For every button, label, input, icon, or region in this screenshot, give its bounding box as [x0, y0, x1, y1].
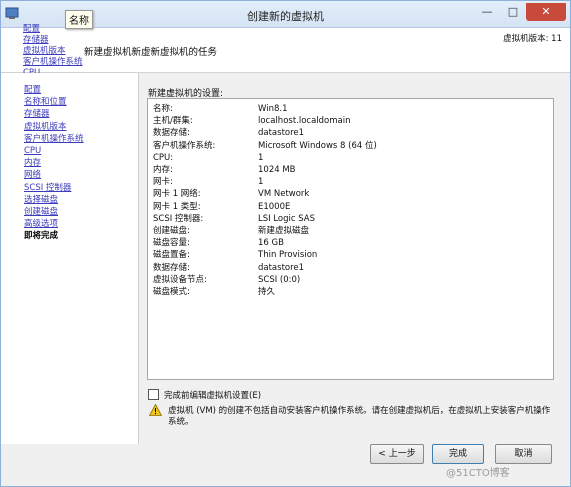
summary-value: SCSI (0:0) [258, 274, 301, 285]
watermark: @51CTO博客 [446, 468, 510, 479]
edit-settings-checkbox[interactable] [148, 389, 159, 400]
summary-value: VM Network [258, 189, 310, 200]
wizard-step-item[interactable]: 网络 [24, 169, 138, 181]
summary-key: 磁盘置备: [153, 250, 190, 261]
back-button[interactable]: < 上一步 [370, 444, 424, 464]
summary-value: 1 [258, 152, 264, 163]
wizard-step-item[interactable]: CPU [24, 145, 138, 157]
summary-key: 客户机操作系统: [153, 140, 216, 151]
header-ghost-line: 配置 [23, 24, 41, 34]
cancel-button[interactable]: 取消 [495, 444, 552, 464]
summary-value: 1 [258, 177, 264, 188]
maximize-icon[interactable]: □ [500, 3, 526, 21]
summary-key: CPU: [153, 152, 174, 163]
summary-row: 磁盘置备: Thin Provision [148, 249, 553, 261]
main-panel: 新建虚拟机的设置: 名称: Win8.1 主机/群集: localhost.local… [138, 73, 570, 443]
wizard-step-item[interactable]: 选择磁盘 [24, 194, 138, 206]
wizard-step-item[interactable]: 存储器 [24, 108, 138, 120]
window-controls: — □ ✕ [474, 3, 566, 21]
wizard-step-item[interactable]: 配置 [24, 84, 138, 96]
summary-row: 客户机操作系统: Microsoft Windows 8 (64 位) [148, 140, 553, 152]
summary-key: 网卡: [153, 177, 173, 188]
settings-summary-list: 名称: Win8.1 主机/群集: localhost.localdomain 数据存储… [147, 98, 554, 380]
summary-key: 名称: [153, 104, 173, 114]
summary-row: 虚拟设备节点: SCSI (0:0) [148, 274, 553, 286]
finish-button[interactable]: 完成 [432, 444, 484, 464]
summary-value: E1000E [258, 201, 291, 212]
summary-row: SCSI 控制器: LSI Logic SAS [148, 213, 553, 225]
summary-key: 磁盘模式: [153, 287, 190, 297]
summary-value: 持久 [258, 287, 276, 297]
summary-row: 网卡: 1 [148, 176, 553, 188]
summary-row: 数据存储: datastore1 [148, 262, 553, 274]
summary-key: 内存: [153, 165, 173, 175]
header-ghost-line: 虚拟机版本 [23, 46, 66, 56]
summary-key: 网卡 1 类型: [153, 201, 201, 212]
summary-value: datastore1 [258, 262, 305, 273]
summary-row: 数据存储: datastore1 [148, 127, 553, 139]
summary-value: Thin Provision [258, 250, 318, 261]
edit-settings-label: 完成前编辑虚拟机设置(E) [164, 391, 262, 401]
summary-value: datastore1 [258, 128, 305, 139]
summary-value: Win8.1 [258, 104, 288, 114]
summary-value: 16 GB [258, 238, 284, 249]
summary-key: SCSI 控制器: [153, 213, 204, 224]
summary-row: 磁盘容量: 16 GB [148, 237, 553, 249]
summary-key: 主机/群集: [153, 116, 193, 127]
close-icon[interactable]: ✕ [526, 3, 566, 21]
summary-row: 名称: Win8.1 [148, 103, 553, 115]
warning-icon [149, 404, 162, 416]
tooltip: 名称 [65, 10, 93, 29]
wizard-header: 配置存储器虚拟机版本客户机操作系统CPU内存内存位元 新建虚拟机新虚新虚拟机的任… [1, 24, 570, 100]
wizard-step-item[interactable]: 客户机操作系统 [24, 133, 138, 145]
summary-row: 网卡 1 类型: E1000E [148, 201, 553, 213]
wizard-window: 创建新的虚拟机 — □ ✕ 配置存储器虚拟机版本客户机操作系统CPU内存内存位元… [0, 0, 571, 487]
wizard-step-item[interactable]: 创建磁盘 [24, 206, 138, 218]
summary-value: 新建虚拟磁盘 [258, 226, 310, 236]
vm-version-label: 虚拟机版本: 11 [503, 34, 562, 44]
wizard-step-item[interactable]: 内存 [24, 157, 138, 169]
summary-row: 磁盘模式: 持久 [148, 286, 553, 298]
summary-key: 磁盘容量: [153, 238, 190, 249]
header-ghost-line: 存储器 [23, 35, 49, 45]
summary-value: LSI Logic SAS [258, 213, 316, 224]
wizard-step-item[interactable]: 高级选项 [24, 218, 138, 230]
wizard-step-item[interactable]: 虚拟机版本 [24, 121, 138, 133]
summary-row: CPU: 1 [148, 152, 553, 164]
summary-key: 数据存储: [153, 128, 190, 139]
wizard-step-item: 即将完成 [24, 231, 59, 242]
summary-row: 内存: 1024 MB [148, 164, 553, 176]
summary-value: Microsoft Windows 8 (64 位) [258, 140, 377, 151]
summary-key: 虚拟设备节点: [153, 274, 207, 285]
minimize-icon[interactable]: — [474, 3, 500, 21]
header-title: 新建虚拟机新虚新虚拟机的任务 [84, 47, 218, 58]
summary-row: 网卡 1 网络: VM Network [148, 188, 553, 200]
wizard-step-item[interactable]: SCSI 控制器 [24, 182, 138, 194]
summary-row: 创建磁盘: 新建虚拟磁盘 [148, 225, 553, 237]
header-ghost-line: 客户机操作系统 [23, 57, 83, 67]
wizard-step-item[interactable]: 名称和位置 [24, 96, 138, 108]
summary-row: 主机/群集: localhost.localdomain [148, 115, 553, 127]
summary-key: 数据存储: [153, 262, 190, 273]
summary-key: 创建磁盘: [153, 226, 190, 236]
wizard-step-list: 配置 名称和位置 存储器 虚拟机版本 客户机操作系统 CPU 内存 网络 SCSI 控制器 选择磁… [1, 73, 139, 454]
summary-value: localhost.localdomain [258, 116, 351, 127]
warning-message: 虚拟机 (VM) 的创建不包括自动安装客户机操作系统。请在创建虚拟机后，在虚拟机… [168, 406, 551, 427]
summary-value: 1024 MB [258, 165, 296, 175]
summary-key: 网卡 1 网络: [153, 189, 201, 200]
